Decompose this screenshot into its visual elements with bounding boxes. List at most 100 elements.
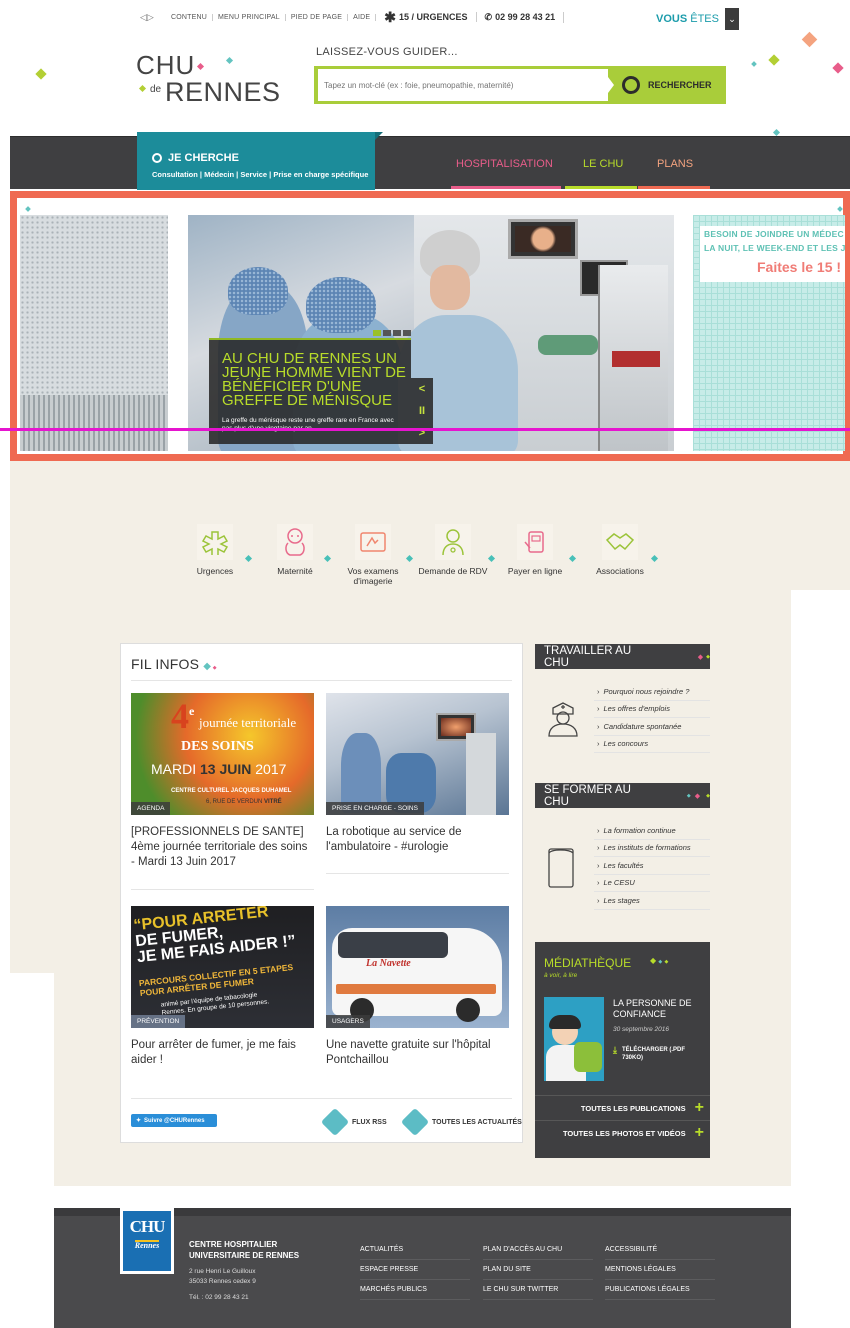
travailler-link[interactable]: Candidature spontanée	[594, 718, 710, 736]
decor-diamond	[751, 61, 757, 67]
download-icon: ⤓	[613, 1045, 617, 1055]
former-link[interactable]: Le CESU	[594, 875, 710, 892]
document-title[interactable]: LA PERSONNE DE CONFIANCE	[613, 998, 703, 1020]
chevron-down-icon[interactable]: ⌄	[724, 8, 739, 30]
download-link[interactable]: ⤓ TÉLÉCHARGER (.PDF 730KO)	[613, 1046, 703, 1062]
all-media-link[interactable]: TOUTES LES PHOTOS ET VIDÉOS +	[535, 1120, 710, 1145]
logo-de: de	[150, 84, 162, 95]
rss-icon	[320, 1107, 350, 1137]
x-ray-icon	[355, 524, 391, 560]
footer-org-name: CENTRE HOSPITALIER UNIVERSITAIRE DE RENNE…	[189, 1240, 300, 1260]
news-tag: PRISE EN CHARGE - SOINS	[326, 802, 424, 815]
footer-col-1: ACTUALITÉS ESPACE PRESSE MARCHÉS PUBLICS	[360, 1240, 470, 1300]
page-gutter	[791, 590, 850, 973]
site-logo[interactable]: CHU de RENNES	[136, 50, 286, 110]
utility-bar: ◁▷ CONTENU MENU PRINCIPAL PIED DE PAGE A…	[140, 8, 730, 26]
footer-link[interactable]: PLAN DU SITE	[483, 1260, 593, 1280]
next-slide-button[interactable]: >	[411, 422, 433, 444]
search-input[interactable]	[318, 69, 608, 101]
footer-link[interactable]: PUBLICATIONS LÉGALES	[605, 1280, 715, 1300]
je-cherche-subtitle: Consultation | Médecin | Service | Prise…	[152, 170, 369, 179]
payment-icon	[517, 524, 553, 560]
main-nav	[10, 136, 850, 189]
hero-next-slide[interactable]: BESOIN DE JOINDRE UN MÉDEC LA NUIT, LE W…	[693, 215, 845, 451]
news-title: Pour arrêter de fumer, je me fais aider …	[131, 1039, 296, 1066]
download-label: TÉLÉCHARGER (.PDF 730KO)	[621, 1047, 685, 1061]
pager-dot[interactable]	[383, 330, 391, 336]
quick-label: Demande de RDV	[418, 566, 488, 576]
pager-dot[interactable]	[373, 330, 381, 336]
all-publications-link[interactable]: TOUTES LES PUBLICATIONS +	[535, 1095, 710, 1120]
quick-imagerie[interactable]: Vos examens d'imagerie	[338, 524, 408, 586]
twitter-label: Suivre @CHURennes	[144, 1117, 205, 1124]
quick-rdv[interactable]: Demande de RDV	[418, 524, 488, 576]
footer-logo-sub: Rennes	[134, 1241, 160, 1250]
footer-link[interactable]: ESPACE PRESSE	[360, 1260, 470, 1280]
travailler-link[interactable]: Pourquoi nous rejoindre ?	[594, 683, 710, 701]
quick-urgences[interactable]: Urgences	[180, 524, 250, 576]
news-tag: PRÉVENTION	[131, 1015, 186, 1028]
quick-label: Maternité	[277, 566, 313, 576]
footer-link[interactable]: MARCHÉS PUBLICS	[360, 1280, 470, 1300]
phone-icon: ✆	[484, 11, 493, 22]
former-link[interactable]: Les facultés	[594, 857, 710, 875]
nav-hospitalisation[interactable]: HOSPITALISATION	[456, 158, 553, 170]
news-item[interactable]: 4e journée territoriale DES SOINS MARDI …	[131, 693, 314, 890]
decor-diamond	[35, 68, 47, 80]
hero-prev-slide[interactable]	[20, 215, 168, 451]
search-arrow-shape	[602, 69, 614, 101]
news-tag: USAGERS	[326, 1015, 370, 1028]
quick-label: Urgences	[196, 566, 234, 576]
quick-associations[interactable]: Associations	[585, 524, 655, 576]
all-news-link[interactable]: TOUTES LES ACTUALITÉS	[400, 1107, 522, 1137]
pager-dot[interactable]	[403, 330, 411, 336]
news-title: Une navette gratuite sur l'hôpital Pontc…	[326, 1039, 491, 1066]
pager-dot[interactable]	[393, 330, 401, 336]
nav-plans[interactable]: PLANS	[657, 158, 693, 170]
skip-link-content[interactable]: CONTENU	[166, 13, 214, 21]
footer-link[interactable]: PLAN D'ACCÈS AU CHU	[483, 1240, 593, 1260]
prev-slide-button[interactable]: <	[411, 378, 433, 400]
emergency-icon	[197, 524, 233, 560]
je-cherche-tab[interactable]: JE CHERCHE Consultation | Médecin | Serv…	[137, 132, 383, 190]
news-item[interactable]: La Navette USAGERS Une navette gratuite …	[326, 906, 509, 1068]
quick-access: Urgences Maternité Vos examens d'imageri…	[180, 524, 670, 604]
news-item[interactable]: “POUR ARRETER DE FUMER, JE ME FAIS AIDER !…	[131, 906, 314, 1068]
fil-infos-title: FIL INFOS ◆ ◆	[131, 656, 217, 672]
quick-label: Associations	[596, 566, 644, 576]
twitter-follow-button[interactable]: ✦ Suivre @CHURennes	[131, 1114, 217, 1127]
mediatheque-block: MÉDIATHÈQUE ◆ ◆ ◆ à voir, à lire LA PERS…	[535, 942, 710, 1158]
urgences-link[interactable]: ✱ 15 / URGENCES	[376, 10, 477, 24]
pause-button[interactable]: II	[411, 400, 433, 422]
accessibility-icon[interactable]: ◁▷	[140, 12, 160, 22]
former-link[interactable]: La formation continue	[594, 822, 710, 840]
travailler-header[interactable]: TRAVAILLER AU CHU ◆ ◆	[535, 644, 710, 669]
vous-etes-selector[interactable]: VOUS ÊTES ⌄	[656, 8, 739, 30]
je-cherche-label: JE CHERCHE	[168, 152, 239, 164]
news-item[interactable]: PRISE EN CHARGE - SOINS La robotique au …	[326, 693, 509, 874]
search-button[interactable]: RECHERCHER	[622, 70, 720, 100]
footer-link[interactable]: ACCESSIBILITÉ	[605, 1240, 715, 1260]
quick-label: Payer en ligne	[507, 566, 563, 576]
travailler-link[interactable]: Les concours	[594, 736, 710, 753]
former-link[interactable]: Les stages	[594, 892, 710, 910]
phone-link[interactable]: ✆ 02 99 28 43 21	[477, 11, 565, 23]
footer-logo[interactable]: CHU Rennes	[120, 1208, 174, 1274]
quick-maternite[interactable]: Maternité	[260, 524, 330, 576]
hero-side-line2: LA NUIT, LE WEEK-END ET LES JO	[704, 243, 845, 253]
former-header[interactable]: SE FORMER AU CHU ◆ ◆ ◆	[535, 783, 710, 808]
document-cover[interactable]	[544, 997, 604, 1081]
quick-label: Vos examens d'imagerie	[347, 566, 399, 586]
skip-link-footer[interactable]: PIED DE PAGE	[286, 13, 349, 21]
nav-le-chu[interactable]: LE CHU	[583, 158, 623, 170]
skip-link-menu[interactable]: MENU PRINCIPAL	[213, 13, 286, 21]
footer-link[interactable]: MENTIONS LÉGALES	[605, 1260, 715, 1280]
quick-payer[interactable]: Payer en ligne	[500, 524, 570, 576]
former-link[interactable]: Les instituts de formations	[594, 840, 710, 857]
help-link[interactable]: AIDE	[348, 13, 377, 21]
travailler-link[interactable]: Les offres d'emplois	[594, 701, 710, 718]
footer-link[interactable]: ACTUALITÉS	[360, 1240, 470, 1260]
footer-link[interactable]: LE CHU SUR TWITTER	[483, 1280, 593, 1300]
former-links: La formation continue Les instituts de f…	[594, 822, 710, 910]
rss-link[interactable]: FLUX RSS	[320, 1107, 387, 1137]
